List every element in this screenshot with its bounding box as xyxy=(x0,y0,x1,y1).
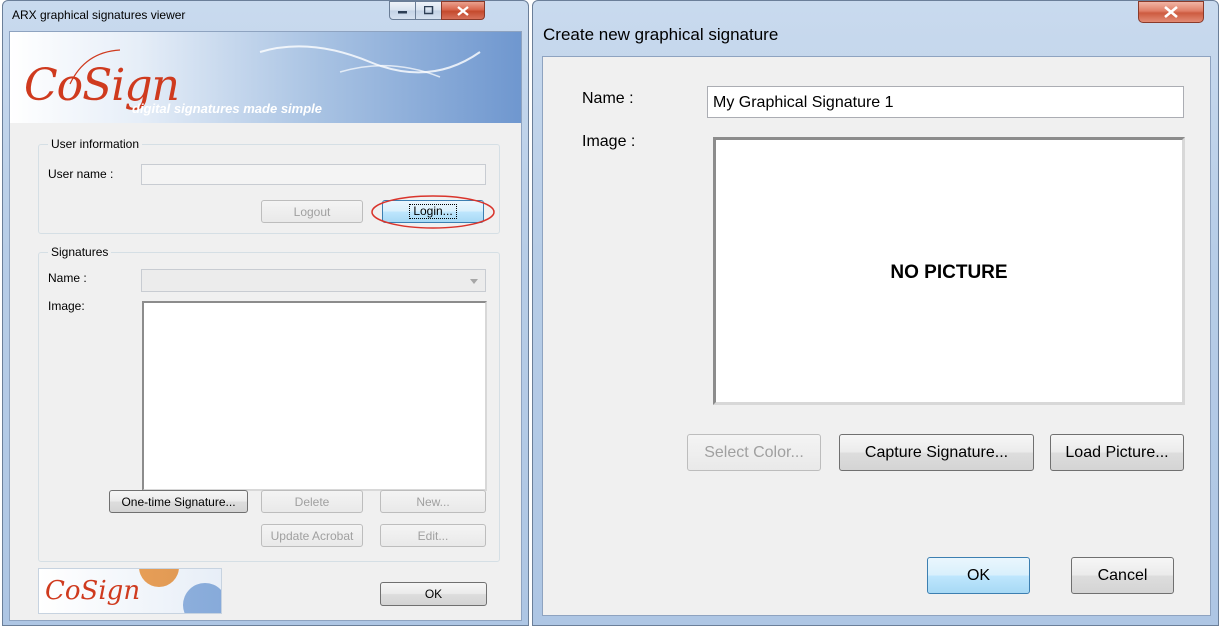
cosign-banner: CoSign digital signatures made simple xyxy=(10,32,521,123)
viewer-ok-button[interactable]: OK xyxy=(380,582,487,606)
signatures-group-label: Signatures xyxy=(48,245,112,259)
signature-name-value: My Graphical Signature 1 xyxy=(713,94,894,111)
name-label: Name : xyxy=(48,271,87,285)
create-titlebar[interactable]: Create new graphical signature xyxy=(533,1,1218,56)
create-window: Create new graphical signature Name : My… xyxy=(532,0,1219,626)
image-label: Image: xyxy=(48,299,85,313)
signature-preview-box: NO PICTURE xyxy=(713,137,1185,405)
edit-button[interactable]: Edit... xyxy=(380,524,486,547)
footer-brand: CoSign xyxy=(45,576,141,606)
viewer-image-box xyxy=(142,301,487,491)
username-field[interactable] xyxy=(141,164,486,185)
username-label: User name : xyxy=(48,167,114,181)
user-info-group: User information User name : Logout Logi… xyxy=(38,137,500,234)
create-client: Name : My Graphical Signature 1 Image : … xyxy=(542,56,1211,616)
minimize-button[interactable] xyxy=(389,1,416,20)
create-title: Create new graphical signature xyxy=(543,25,779,44)
create-cancel-button[interactable]: Cancel xyxy=(1071,557,1174,594)
load-picture-button[interactable]: Load Picture... xyxy=(1050,434,1184,471)
maximize-icon xyxy=(423,6,433,15)
create-close-button[interactable] xyxy=(1138,1,1204,23)
create-name-label: Name : xyxy=(582,90,634,107)
close-icon xyxy=(457,5,469,16)
signatures-group: Signatures Name : Image: One-time Signat… xyxy=(38,245,500,562)
close-button[interactable] xyxy=(441,1,485,20)
viewer-window: ARX graphical signatures viewer CoSign d… xyxy=(2,0,529,626)
cosign-footer-logo: CoSign xyxy=(38,568,222,614)
dropdown-arrow-icon xyxy=(470,279,478,284)
login-highlight-ellipse xyxy=(371,195,495,229)
logout-button[interactable]: Logout xyxy=(261,200,363,223)
banner-tagline: digital signatures made simple xyxy=(132,101,322,116)
update-acrobat-button[interactable]: Update Acrobat xyxy=(261,524,363,547)
minimize-icon xyxy=(397,10,407,13)
select-color-button[interactable]: Select Color... xyxy=(687,434,821,471)
viewer-titlebar[interactable]: ARX graphical signatures viewer xyxy=(3,1,528,31)
create-image-label: Image : xyxy=(582,133,636,150)
maximize-button[interactable] xyxy=(415,1,442,20)
name-dropdown[interactable] xyxy=(141,269,486,292)
no-picture-text: NO PICTURE xyxy=(890,262,1008,283)
user-info-group-label: User information xyxy=(48,137,143,151)
viewer-title: ARX graphical signatures viewer xyxy=(12,8,186,22)
viewer-client: CoSign digital signatures made simple Us… xyxy=(9,31,522,621)
close-icon xyxy=(1164,6,1178,18)
capture-signature-button[interactable]: Capture Signature... xyxy=(839,434,1034,471)
new-button[interactable]: New... xyxy=(380,490,486,513)
create-ok-button[interactable]: OK xyxy=(927,557,1030,594)
signature-name-input[interactable]: My Graphical Signature 1 xyxy=(707,86,1184,118)
one-time-signature-button[interactable]: One-time Signature... xyxy=(109,490,248,513)
delete-button[interactable]: Delete xyxy=(261,490,363,513)
